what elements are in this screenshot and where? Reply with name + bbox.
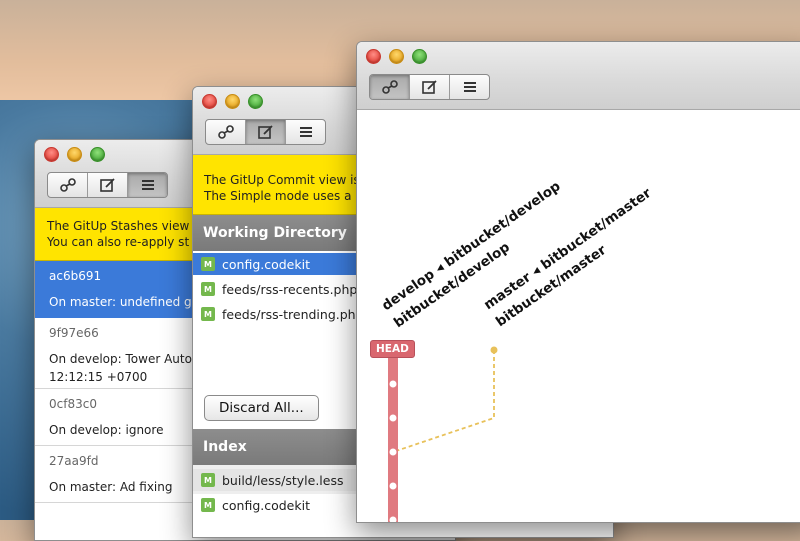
map-window: HEAD develop ◂ bitbucket/develop bitbuck… xyxy=(356,41,800,523)
master-branch-line xyxy=(392,350,495,453)
commit-dot xyxy=(389,380,397,388)
zoom-button[interactable] xyxy=(90,147,105,162)
list-icon xyxy=(463,82,476,92)
zoom-button[interactable] xyxy=(412,49,427,64)
list-icon xyxy=(299,127,312,137)
stashes-view-button[interactable] xyxy=(286,120,325,144)
view-switcher xyxy=(205,119,326,145)
minimize-button[interactable] xyxy=(225,94,240,109)
head-branch-line xyxy=(388,350,398,522)
graph-lines xyxy=(388,346,498,522)
map-titlebar xyxy=(357,42,800,110)
minimize-button[interactable] xyxy=(389,49,404,64)
file-name: feeds/rss-trending.php xyxy=(222,306,364,322)
commit-dot xyxy=(389,482,397,490)
close-button[interactable] xyxy=(366,49,381,64)
map-view-button[interactable] xyxy=(48,173,88,197)
commit-dot xyxy=(389,448,397,456)
zoom-button[interactable] xyxy=(248,94,263,109)
close-button[interactable] xyxy=(44,147,59,162)
edit-icon xyxy=(257,125,273,139)
master-commit-dot xyxy=(490,346,498,354)
file-name: build/less/style.less xyxy=(222,472,344,488)
modified-badge: M xyxy=(201,257,215,271)
commit-graph: HEAD develop ◂ bitbucket/develop bitbuck… xyxy=(357,110,800,522)
window-controls xyxy=(202,94,263,109)
view-switcher xyxy=(369,74,490,100)
minimize-button[interactable] xyxy=(67,147,82,162)
map-view-button[interactable] xyxy=(370,75,410,99)
modified-badge: M xyxy=(201,498,215,512)
map-view-button[interactable] xyxy=(206,120,246,144)
graph-icon xyxy=(59,178,76,192)
stashes-view-button[interactable] xyxy=(128,173,167,197)
graph-icon xyxy=(217,125,234,139)
file-name: config.codekit xyxy=(222,497,310,513)
window-controls xyxy=(44,147,105,162)
commit-dot xyxy=(389,414,397,422)
modified-badge: M xyxy=(201,473,215,487)
stashes-view-button[interactable] xyxy=(450,75,489,99)
close-button[interactable] xyxy=(202,94,217,109)
list-icon xyxy=(141,180,154,190)
discard-all-button[interactable]: Discard All... xyxy=(204,395,319,421)
head-label[interactable]: HEAD xyxy=(370,340,415,358)
modified-badge: M xyxy=(201,307,215,321)
window-controls xyxy=(366,49,427,64)
file-name: config.codekit xyxy=(222,256,310,272)
view-switcher xyxy=(47,172,168,198)
commit-view-button[interactable] xyxy=(246,120,286,144)
graph-icon xyxy=(381,80,398,94)
edit-icon xyxy=(99,178,115,192)
commit-view-button[interactable] xyxy=(88,173,128,197)
commit-view-button[interactable] xyxy=(410,75,450,99)
file-name: feeds/rss-recents.php xyxy=(222,281,358,297)
edit-icon xyxy=(421,80,437,94)
modified-badge: M xyxy=(201,282,215,296)
